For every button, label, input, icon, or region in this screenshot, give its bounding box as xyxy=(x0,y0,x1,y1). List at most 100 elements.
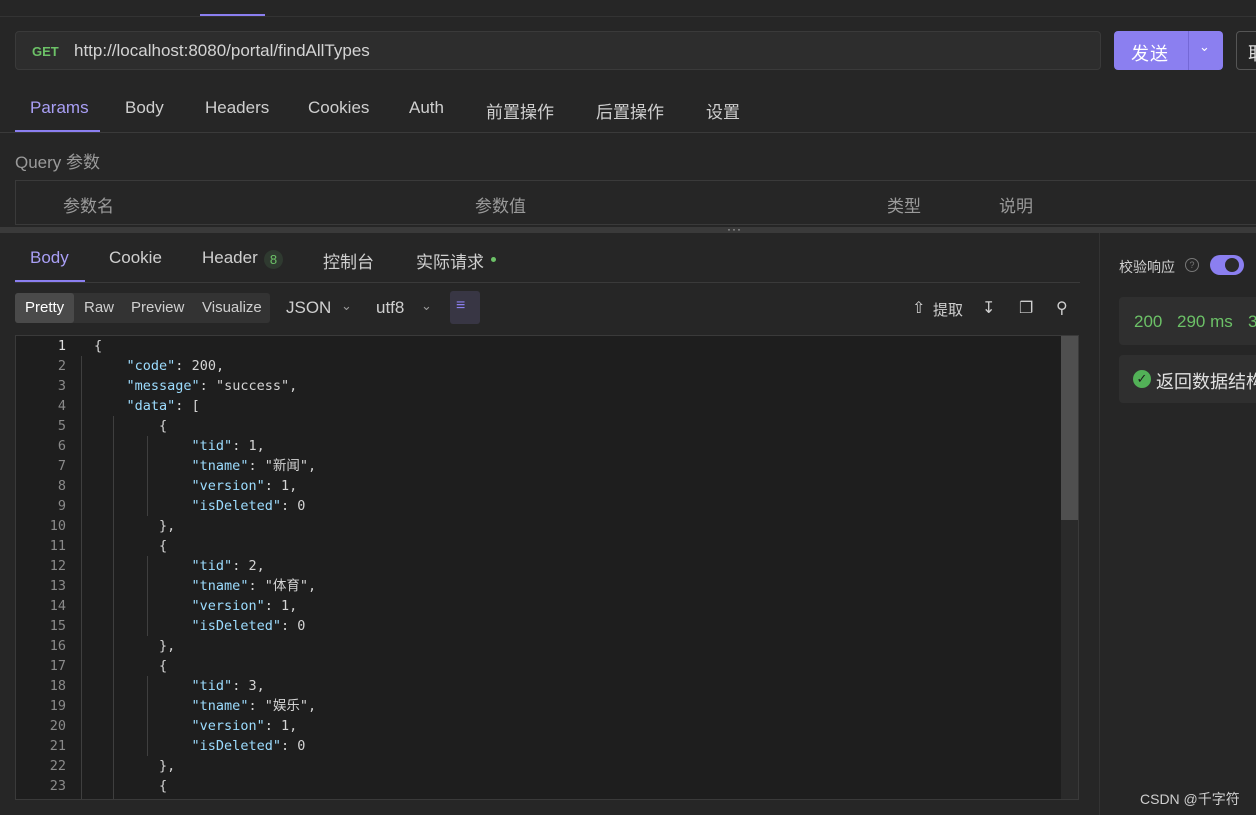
panel-resize-handle[interactable] xyxy=(0,227,1256,233)
code-text: "tname": "体育", xyxy=(191,578,317,594)
tab-params[interactable]: Params xyxy=(30,98,89,118)
status-dot xyxy=(491,257,496,262)
response-tab-header[interactable]: Header xyxy=(202,248,258,268)
line-number: 6 xyxy=(57,438,66,454)
line-number: 23 xyxy=(49,778,66,794)
line-number: 14 xyxy=(49,598,66,614)
response-body-editor[interactable]: 1{2 "code": 200, 3 "message": "success", 4… xyxy=(15,335,1079,800)
code-line: 10 }, xyxy=(32,516,176,536)
line-number: 5 xyxy=(57,418,66,434)
params-table xyxy=(15,180,1256,225)
download-icon[interactable]: ↧ xyxy=(982,298,995,318)
code-line: 5 { xyxy=(32,416,167,436)
line-number: 22 xyxy=(49,758,66,774)
line-number: 7 xyxy=(57,458,66,474)
send-button-label[interactable]: 发送 xyxy=(1131,40,1169,66)
column-header-name: 参数名 xyxy=(63,197,114,216)
column-header-value: 参数值 xyxy=(475,197,526,216)
view-preview-button[interactable]: Preview xyxy=(131,299,184,316)
watermark: CSDN @千字符 xyxy=(1140,791,1240,807)
code-line: 6 "tid": 1, xyxy=(32,436,265,456)
extract-button[interactable]: 提取 xyxy=(933,299,963,320)
response-time: 290 ms xyxy=(1177,312,1233,331)
line-number: 21 xyxy=(49,738,66,754)
tab-body[interactable]: Body xyxy=(125,98,164,118)
code-text: "data": [ xyxy=(126,398,200,414)
code-text: "isDeleted": 0 xyxy=(191,618,306,634)
code-text: "isDeleted": 0 xyxy=(191,498,306,514)
line-number: 4 xyxy=(57,398,66,414)
editor-scrollbar-thumb[interactable] xyxy=(1061,336,1078,520)
code-text: { xyxy=(94,658,168,674)
code-line: 22 }, xyxy=(32,756,176,776)
code-text: }, xyxy=(94,518,176,534)
response-size: 3 xyxy=(1248,312,1256,331)
encoding-select[interactable]: utf8 xyxy=(376,298,404,318)
code-line: 15 "isDeleted": 0 xyxy=(32,616,306,636)
active-tab-indicator xyxy=(15,130,100,132)
chevron-down-icon[interactable]: ⌄ xyxy=(1199,39,1210,55)
tab-settings[interactable]: 设置 xyxy=(706,98,740,123)
tab-auth[interactable]: Auth xyxy=(409,98,444,118)
code-line: 2 "code": 200, xyxy=(32,356,224,376)
query-params-label: Query 参数 xyxy=(15,153,101,172)
response-tab-console[interactable]: 控制台 xyxy=(323,248,374,273)
chevron-down-icon[interactable]: ⌄ xyxy=(421,298,432,314)
chevron-down-icon[interactable]: ⌄ xyxy=(341,298,352,314)
active-tab-indicator xyxy=(15,280,85,282)
code-line: 1{ xyxy=(32,336,102,356)
search-icon[interactable]: ⚲ xyxy=(1056,298,1068,318)
code-line: 8 "version": 1, xyxy=(32,476,297,496)
send-button-divider xyxy=(1188,31,1189,70)
response-tab-cookie[interactable]: Cookie xyxy=(109,248,162,268)
validation-result-text: 返回数据结构 xyxy=(1156,372,1256,392)
code-text: "code": 200, xyxy=(126,358,225,374)
tab-cookies[interactable]: Cookies xyxy=(308,98,369,118)
view-visualize-button[interactable]: Visualize xyxy=(202,299,262,316)
tab-pre-script[interactable]: 前置操作 xyxy=(486,98,554,123)
column-header-type: 类型 xyxy=(887,197,921,216)
code-text: { xyxy=(94,418,168,434)
line-number: 15 xyxy=(49,618,66,634)
line-number: 1 xyxy=(57,338,66,354)
code-line: 21 "isDeleted": 0 xyxy=(32,736,306,756)
save-button-label[interactable]: 取 xyxy=(1248,40,1256,66)
code-text: "tid": 1, xyxy=(191,438,265,454)
view-raw-button[interactable]: Raw xyxy=(84,299,114,316)
tabs-divider xyxy=(0,132,1256,133)
code-line: 12 "tid": 2, xyxy=(32,556,265,576)
response-tab-body[interactable]: Body xyxy=(30,248,69,268)
help-icon[interactable]: ? xyxy=(1185,258,1199,272)
code-line: 11 { xyxy=(32,536,167,556)
url-text[interactable]: http://localhost:8080/portal/findAllType… xyxy=(74,41,370,61)
extract-icon[interactable]: ⇧ xyxy=(912,298,925,318)
wrap-icon[interactable]: ≡ xyxy=(456,297,465,315)
header-count-badge: 8 xyxy=(264,250,283,269)
view-pretty-button[interactable]: Pretty xyxy=(25,299,64,316)
code-line: 20 "version": 1, xyxy=(32,716,298,736)
line-number: 3 xyxy=(57,378,66,394)
code-text: "tname": "新闻", xyxy=(191,458,317,474)
tab-post-script[interactable]: 后置操作 xyxy=(596,98,664,123)
drag-handle-icon[interactable]: ··· xyxy=(727,222,742,236)
check-circle-icon: ✓ xyxy=(1133,370,1151,388)
line-number: 16 xyxy=(49,638,66,654)
copy-icon[interactable]: ❐ xyxy=(1019,298,1033,318)
code-text: "version": 1, xyxy=(191,598,298,614)
code-text: }, xyxy=(94,638,176,654)
format-select[interactable]: JSON xyxy=(286,298,331,318)
code-text: { xyxy=(94,778,168,794)
code-text: "tname": "娱乐", xyxy=(191,698,317,714)
code-line: 19 "tname": "娱乐", xyxy=(32,696,316,716)
tab-headers[interactable]: Headers xyxy=(205,98,269,118)
code-line: 7 "tname": "新闻", xyxy=(32,456,316,476)
code-line: 9 "isDeleted": 0 xyxy=(32,496,306,516)
method-selector[interactable]: GET xyxy=(32,44,59,59)
line-number: 19 xyxy=(49,698,66,714)
validate-response-label: 校验响应 xyxy=(1119,259,1175,275)
line-number: 12 xyxy=(49,558,66,574)
response-tab-actual-request[interactable]: 实际请求 xyxy=(416,248,484,273)
toggle-knob[interactable] xyxy=(1225,258,1239,272)
code-text: "tid": 2, xyxy=(191,558,265,574)
line-number: 17 xyxy=(49,658,66,674)
